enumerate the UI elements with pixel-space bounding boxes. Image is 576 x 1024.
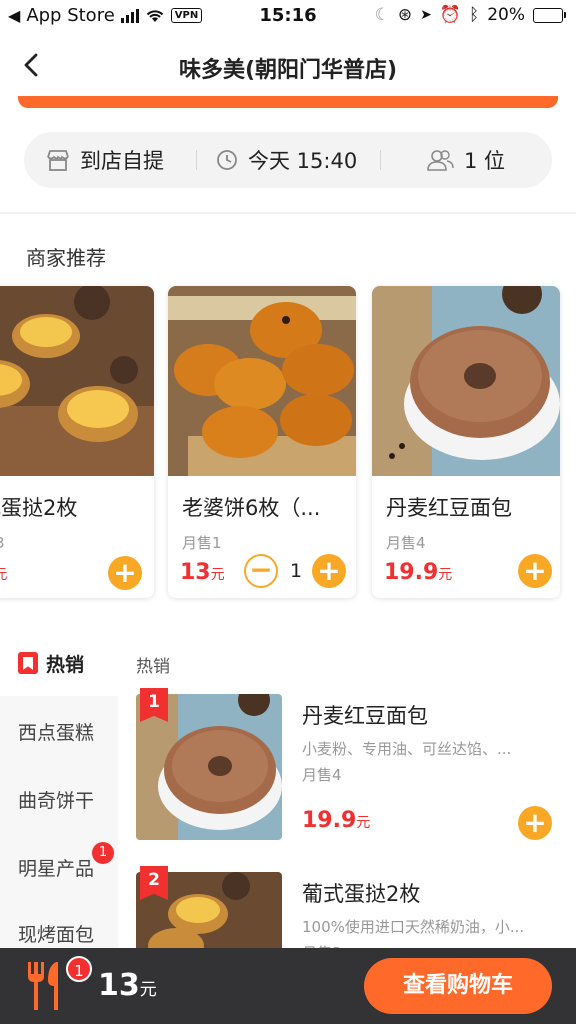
people-icon — [427, 150, 454, 171]
battery-percent: 20% — [487, 5, 525, 25]
recommend-name: 老婆饼6枚（... — [182, 496, 321, 520]
pickup-separator — [380, 150, 381, 170]
item-description: 100%使用进口天然稀奶油，小... — [302, 918, 525, 936]
pickup-time[interactable]: 今天 15:40 — [216, 145, 357, 175]
recommend-card[interactable]: 式蛋挞2枚 售3 5元 + — [0, 286, 154, 598]
sidebar-item-label: 现烤面包 — [18, 923, 95, 946]
diner-count[interactable]: 1 位 — [426, 145, 505, 175]
add-button[interactable]: + — [312, 554, 346, 588]
recommend-price: 5元 — [0, 567, 8, 583]
sidebar-item-cookies[interactable]: 曲奇饼干 — [0, 766, 118, 832]
sidebar-item-label: 热销 — [46, 653, 85, 676]
wife-cake-image — [168, 286, 356, 476]
location-icon: ➤ — [420, 7, 432, 23]
sidebar-item-star[interactable]: 明星产品 1 — [0, 834, 118, 900]
sidebar-item-label: 明星产品 — [18, 857, 95, 880]
item-price: 19.9元 — [302, 808, 371, 833]
recommend-price: 19.9元 — [384, 560, 453, 585]
menu-item[interactable]: 1 丹麦红豆面包 小麦粉、专用油、可丝达馅、... 月售4 19.9元 + — [136, 688, 566, 854]
add-button[interactable]: + — [518, 806, 552, 840]
sidebar-item-label: 曲奇饼干 — [18, 789, 95, 812]
status-bar: ◀ App Store VPN 15:16 ☾ ⊛ ➤ ⏰ ᛒ 20% — [0, 0, 576, 34]
recommend-title: 商家推荐 — [26, 246, 106, 270]
page-title: 味多美(朝阳门华普店) — [178, 58, 398, 83]
store-banner[interactable] — [18, 96, 558, 108]
cart-bar: 1 13元 查看购物车 — [0, 948, 576, 1024]
item-description: 小麦粉、专用油、可丝达馅、... — [302, 740, 512, 758]
utensils-icon[interactable] — [22, 960, 70, 1012]
quantity: 1 — [290, 560, 303, 582]
item-name: 葡式蛋挞2枚 — [302, 882, 421, 906]
battery-icon — [533, 7, 566, 23]
recommend-name: 丹麦红豆面包 — [386, 496, 512, 520]
egg-tart-image — [0, 286, 154, 476]
menu-item[interactable]: 2 葡式蛋挞2枚 100%使用进口天然稀奶油，小... 月售3 — [136, 866, 566, 1018]
cart-count-badge: 1 — [66, 956, 92, 982]
pickup-time-label: 今天 15:40 — [248, 149, 358, 173]
status-right: ☾ ⊛ ➤ ⏰ ᛒ 20% — [375, 5, 566, 25]
bookmark-icon — [18, 652, 38, 674]
count-badge: 1 — [92, 842, 114, 864]
pickup-mode[interactable]: 到店自提 — [46, 145, 164, 175]
view-cart-button[interactable]: 查看购物车 — [364, 958, 552, 1014]
store-icon — [47, 150, 69, 171]
section-title: 热销 — [136, 657, 170, 677]
nav-header: 味多美(朝阳门华普店) — [0, 34, 576, 96]
recommend-sold: 月售1 — [182, 534, 222, 552]
sidebar-item-hot[interactable]: 热销 — [0, 630, 118, 696]
item-sold: 月售4 — [302, 766, 342, 784]
sidebar-item-label: 西点蛋糕 — [18, 721, 95, 744]
rotation-lock-icon: ⊛ — [397, 5, 413, 25]
recommend-card[interactable]: 丹麦红豆面包 月售4 19.9元 + — [372, 286, 560, 598]
moon-icon: ☾ — [374, 5, 390, 25]
recommend-sold: 月售4 — [386, 534, 426, 552]
app-screen: ◀ App Store VPN 15:16 ☾ ⊛ ➤ ⏰ ᛒ 20% 味多美(… — [0, 0, 576, 1024]
decrease-button[interactable]: − — [244, 554, 278, 588]
alarm-icon: ⏰ — [439, 5, 461, 25]
recommend-name: 式蛋挞2枚 — [0, 496, 78, 520]
divider — [0, 212, 576, 214]
recommend-price: 13元 — [180, 560, 225, 585]
item-name: 丹麦红豆面包 — [302, 704, 428, 728]
add-button[interactable]: + — [108, 556, 142, 590]
red-bean-bread-image — [372, 286, 560, 476]
recommend-sold: 售3 — [0, 532, 5, 553]
pickup-options: 到店自提 今天 15:40 1 位 — [24, 132, 552, 188]
recommend-carousel[interactable]: 式蛋挞2枚 售3 5元 + — [0, 286, 576, 606]
cart-total: 13元 — [98, 968, 157, 1003]
recommend-card[interactable]: 老婆饼6枚（... 月售1 13元 − 1 + — [168, 286, 356, 598]
pickup-separator — [196, 150, 197, 170]
bluetooth-icon: ᛒ — [469, 5, 480, 25]
diner-count-label: 1 位 — [464, 149, 506, 173]
sidebar-item-pastry[interactable]: 西点蛋糕 — [0, 698, 118, 764]
add-button[interactable]: + — [518, 554, 552, 588]
pickup-mode-label: 到店自提 — [80, 149, 164, 173]
clock-icon — [217, 150, 237, 170]
